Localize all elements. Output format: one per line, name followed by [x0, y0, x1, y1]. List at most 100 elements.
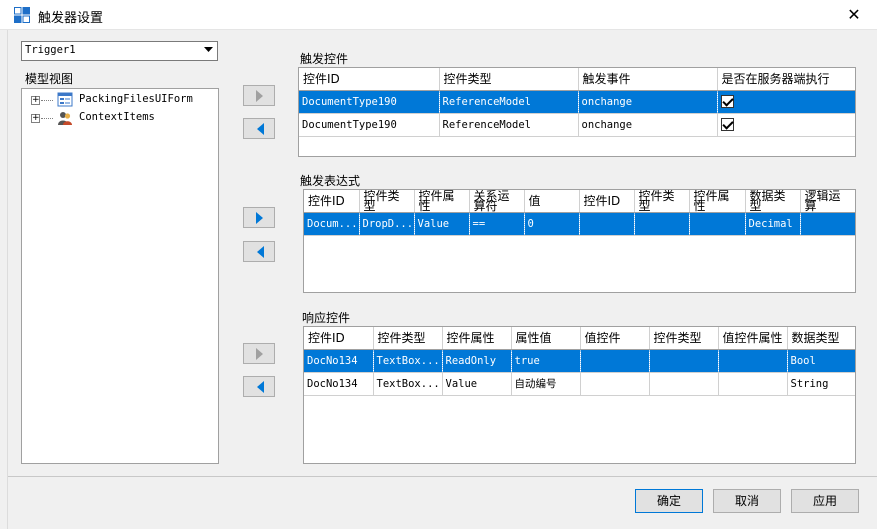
title-bar: 触发器设置 ✕: [0, 0, 877, 30]
chevron-down-icon[interactable]: [200, 42, 217, 60]
table-cell[interactable]: [689, 212, 746, 236]
model-tree[interactable]: + PackingFilesUIForm + ContextItems: [21, 88, 219, 464]
table-cell[interactable]: [718, 372, 788, 396]
column-header[interactable]: 控件ID: [299, 68, 440, 91]
table-cell[interactable]: [649, 349, 719, 373]
table-cell[interactable]: true: [511, 349, 581, 373]
trigger-controls-title: 触发控件: [300, 52, 349, 66]
arrow-left-icon: [257, 123, 264, 135]
table-cell[interactable]: [717, 90, 855, 114]
column-header[interactable]: 关系运算符: [469, 190, 525, 213]
arrow-left-icon: [257, 381, 264, 393]
cancel-button[interactable]: 取消: [713, 489, 781, 513]
table-cell[interactable]: [580, 349, 650, 373]
column-header[interactable]: 控件类型: [373, 327, 443, 350]
table-cell[interactable]: TextBox...: [373, 349, 443, 373]
table-row[interactable]: Docum... DropD... Value == 0 Decimal: [304, 212, 855, 236]
table-cell[interactable]: DocNo134: [304, 372, 374, 396]
table-cell[interactable]: [580, 372, 650, 396]
app-grid-icon: [14, 7, 30, 23]
table-cell[interactable]: [800, 212, 855, 236]
table-row[interactable]: DocumentType190 ReferenceModel onchange: [299, 113, 855, 137]
window-title: 触发器设置: [38, 11, 104, 26]
table-cell[interactable]: onchange: [578, 90, 718, 114]
form-icon: [57, 92, 73, 107]
table-cell[interactable]: DropD...: [359, 212, 415, 236]
ok-button[interactable]: 确定: [635, 489, 703, 513]
column-header[interactable]: 属性值: [511, 327, 581, 350]
column-header[interactable]: 值: [524, 190, 580, 213]
tree-node-context-items[interactable]: + ContextItems: [22, 109, 218, 127]
table-cell[interactable]: DocumentType190: [299, 90, 440, 114]
remove-trigger-control-button[interactable]: [243, 118, 275, 139]
remove-response-control-button[interactable]: [243, 376, 275, 397]
table-cell[interactable]: ReferenceModel: [439, 90, 579, 114]
table-cell[interactable]: Docum...: [304, 212, 360, 236]
table-cell[interactable]: onchange: [578, 113, 718, 137]
arrow-left-icon: [257, 246, 264, 258]
table-cell[interactable]: String: [787, 372, 855, 396]
column-header[interactable]: 逻辑运算: [800, 190, 855, 213]
apply-button[interactable]: 应用: [791, 489, 859, 513]
expand-icon[interactable]: +: [31, 96, 40, 105]
table-cell[interactable]: Value: [414, 212, 470, 236]
response-controls-grid[interactable]: 控件ID 控件类型 控件属性 属性值 值控件 控件类型 值控件属性 数据类型 D…: [303, 326, 856, 464]
table-cell[interactable]: Decimal: [745, 212, 801, 236]
table-cell[interactable]: [717, 113, 855, 137]
table-cell[interactable]: [649, 372, 719, 396]
server-exec-checkbox[interactable]: [720, 118, 734, 131]
table-cell[interactable]: DocumentType190: [299, 113, 440, 137]
column-header[interactable]: 控件类型: [439, 68, 579, 91]
column-header[interactable]: 控件ID: [579, 190, 635, 213]
column-header[interactable]: 控件类型: [359, 190, 415, 213]
column-header[interactable]: 控件ID: [304, 327, 374, 350]
arrow-right-icon: [256, 90, 263, 102]
table-row[interactable]: DocNo134 TextBox... Value 自动编号 String: [304, 372, 855, 396]
tree-node-packing-form[interactable]: + PackingFilesUIForm: [22, 91, 218, 109]
footer-divider: [8, 476, 877, 477]
close-icon[interactable]: ✕: [840, 4, 868, 26]
add-expression-button[interactable]: [243, 207, 275, 228]
column-header[interactable]: 控件类型: [634, 190, 690, 213]
table-cell[interactable]: DocNo134: [304, 349, 374, 373]
column-header[interactable]: 值控件属性: [718, 327, 788, 350]
column-header[interactable]: 控件ID: [304, 190, 360, 213]
column-header[interactable]: 控件属性: [442, 327, 512, 350]
arrow-right-icon: [256, 212, 263, 224]
remove-expression-button[interactable]: [243, 241, 275, 262]
table-cell[interactable]: [634, 212, 690, 236]
grid-header: 控件ID 控件类型 控件属性 关系运算符 值 控件ID 控件类型 控件属性 数据…: [304, 190, 855, 213]
table-cell[interactable]: ReadOnly: [442, 349, 512, 373]
expand-icon[interactable]: +: [31, 114, 40, 123]
table-cell[interactable]: TextBox...: [373, 372, 443, 396]
column-header[interactable]: 触发事件: [578, 68, 718, 91]
add-trigger-control-button[interactable]: [243, 85, 275, 106]
column-header[interactable]: 数据类型: [745, 190, 801, 213]
table-cell[interactable]: 0: [524, 212, 580, 236]
trigger-expression-grid[interactable]: 控件ID 控件类型 控件属性 关系运算符 值 控件ID 控件类型 控件属性 数据…: [303, 189, 856, 293]
column-header[interactable]: 控件属性: [414, 190, 470, 213]
tree-node-label: PackingFilesUIForm: [79, 93, 193, 105]
table-row[interactable]: DocNo134 TextBox... ReadOnly true Bool: [304, 349, 855, 373]
table-cell[interactable]: ReferenceModel: [439, 113, 579, 137]
table-cell[interactable]: [718, 349, 788, 373]
column-header[interactable]: 控件类型: [649, 327, 719, 350]
trigger-expression-title: 触发表达式: [300, 174, 361, 188]
table-cell[interactable]: Bool: [787, 349, 855, 373]
table-cell[interactable]: Value: [442, 372, 512, 396]
server-exec-checkbox[interactable]: [720, 95, 734, 108]
response-controls-title: 响应控件: [302, 311, 351, 325]
table-row[interactable]: DocumentType190 ReferenceModel onchange: [299, 90, 855, 114]
column-header[interactable]: 值控件: [580, 327, 650, 350]
background-window-edge: [0, 30, 8, 529]
tree-node-label: ContextItems: [79, 111, 155, 123]
column-header[interactable]: 控件属性: [689, 190, 746, 213]
trigger-select[interactable]: Trigger1: [21, 41, 218, 61]
table-cell[interactable]: ==: [469, 212, 525, 236]
table-cell[interactable]: [579, 212, 635, 236]
column-header[interactable]: 是否在服务器端执行: [717, 68, 855, 91]
table-cell[interactable]: 自动编号: [511, 372, 581, 396]
add-response-control-button[interactable]: [243, 343, 275, 364]
trigger-controls-grid[interactable]: 控件ID 控件类型 触发事件 是否在服务器端执行 DocumentType190…: [298, 67, 856, 157]
column-header[interactable]: 数据类型: [787, 327, 855, 350]
